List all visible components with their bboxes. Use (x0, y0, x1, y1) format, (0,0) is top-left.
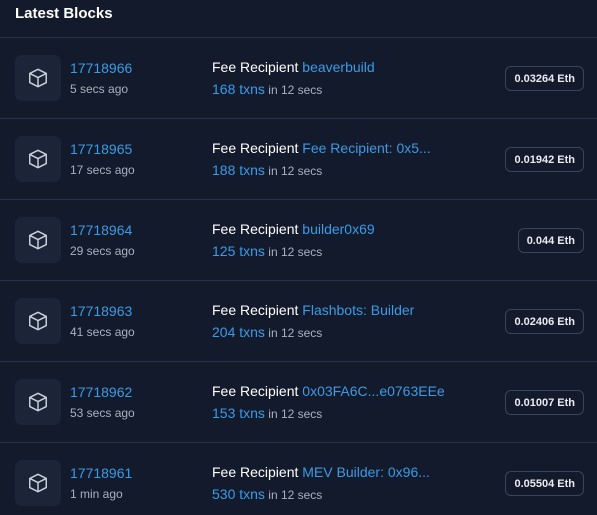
txn-count-link[interactable]: 168 txns (212, 81, 265, 97)
block-age: 5 secs ago (70, 82, 129, 96)
txn-time-suffix: in 12 secs (268, 164, 323, 178)
cube-icon (15, 379, 61, 425)
block-reward-badge: 0.044 Eth (517, 228, 584, 253)
fee-recipient-link[interactable]: beaverbuild (302, 59, 374, 75)
block-age: 1 min ago (70, 487, 123, 501)
block-number-link[interactable]: 17718965 (70, 141, 132, 157)
txn-time-suffix: in 12 secs (268, 488, 323, 502)
block-row: 17718961 1 min ago Fee Recipient MEV Bui… (0, 443, 597, 515)
panel-header: Latest Blocks (0, 0, 597, 38)
fee-recipient-line: Fee Recipient Flashbots: Builder (212, 302, 414, 318)
block-number-link[interactable]: 17718962 (70, 384, 132, 400)
block-reward-badge: 0.05504 Eth (505, 471, 584, 496)
txn-time-suffix: in 12 secs (268, 407, 323, 421)
fee-recipient-link[interactable]: 0x03FA6C...e0763EEe (302, 383, 444, 399)
txn-count-link[interactable]: 153 txns (212, 405, 265, 421)
block-reward-badge: 0.02406 Eth (505, 309, 584, 334)
txn-time-suffix: in 12 secs (268, 83, 323, 97)
latest-blocks-panel: Latest Blocks 17718966 5 secs ago Fee Re… (0, 0, 597, 515)
fee-recipient-label: Fee Recipient (212, 302, 299, 318)
txn-time-suffix: in 12 secs (268, 326, 323, 340)
txn-line: 125 txns in 12 secs (212, 243, 322, 259)
block-number-link[interactable]: 17718964 (70, 222, 132, 238)
block-age: 29 secs ago (70, 244, 135, 258)
block-reward-badge: 0.01007 Eth (505, 390, 584, 415)
txn-count-link[interactable]: 204 txns (212, 324, 265, 340)
panel-title: Latest Blocks (15, 5, 113, 22)
block-row: 17718964 29 secs ago Fee Recipient build… (0, 200, 597, 281)
cube-icon (15, 217, 61, 263)
block-number-link[interactable]: 17718961 (70, 465, 132, 481)
block-row: 17718965 17 secs ago Fee Recipient Fee R… (0, 119, 597, 200)
block-age: 53 secs ago (70, 406, 135, 420)
block-row: 17718963 41 secs ago Fee Recipient Flash… (0, 281, 597, 362)
block-age: 17 secs ago (70, 163, 135, 177)
fee-recipient-label: Fee Recipient (212, 383, 299, 399)
fee-recipient-label: Fee Recipient (212, 221, 299, 237)
fee-recipient-link[interactable]: Flashbots: Builder (302, 302, 414, 318)
fee-recipient-link[interactable]: builder0x69 (302, 221, 374, 237)
txn-count-link[interactable]: 530 txns (212, 486, 265, 502)
fee-recipient-line: Fee Recipient beaverbuild (212, 59, 375, 75)
txn-line: 153 txns in 12 secs (212, 405, 322, 421)
fee-recipient-line: Fee Recipient 0x03FA6C...e0763EEe (212, 383, 445, 399)
fee-recipient-label: Fee Recipient (212, 140, 299, 156)
cube-icon (15, 55, 61, 101)
fee-recipient-line: Fee Recipient builder0x69 (212, 221, 375, 237)
txn-time-suffix: in 12 secs (268, 245, 323, 259)
fee-recipient-label: Fee Recipient (212, 464, 299, 480)
block-reward-badge: 0.03264 Eth (505, 66, 584, 91)
block-row: 17718966 5 secs ago Fee Recipient beaver… (0, 38, 597, 119)
txn-line: 204 txns in 12 secs (212, 324, 322, 340)
fee-recipient-line: Fee Recipient Fee Recipient: 0x5... (212, 140, 431, 156)
block-age: 41 secs ago (70, 325, 135, 339)
txn-line: 530 txns in 12 secs (212, 486, 322, 502)
cube-icon (15, 136, 61, 182)
fee-recipient-label: Fee Recipient (212, 59, 299, 75)
block-number-link[interactable]: 17718966 (70, 60, 132, 76)
txn-count-link[interactable]: 188 txns (212, 162, 265, 178)
txn-line: 168 txns in 12 secs (212, 81, 322, 97)
cube-icon (15, 298, 61, 344)
block-reward-badge: 0.01942 Eth (505, 147, 584, 172)
txn-count-link[interactable]: 125 txns (212, 243, 265, 259)
block-number-link[interactable]: 17718963 (70, 303, 132, 319)
txn-line: 188 txns in 12 secs (212, 162, 322, 178)
fee-recipient-link[interactable]: MEV Builder: 0x96... (302, 464, 430, 480)
fee-recipient-line: Fee Recipient MEV Builder: 0x96... (212, 464, 430, 480)
block-row: 17718962 53 secs ago Fee Recipient 0x03F… (0, 362, 597, 443)
fee-recipient-link[interactable]: Fee Recipient: 0x5... (302, 140, 430, 156)
cube-icon (15, 460, 61, 506)
